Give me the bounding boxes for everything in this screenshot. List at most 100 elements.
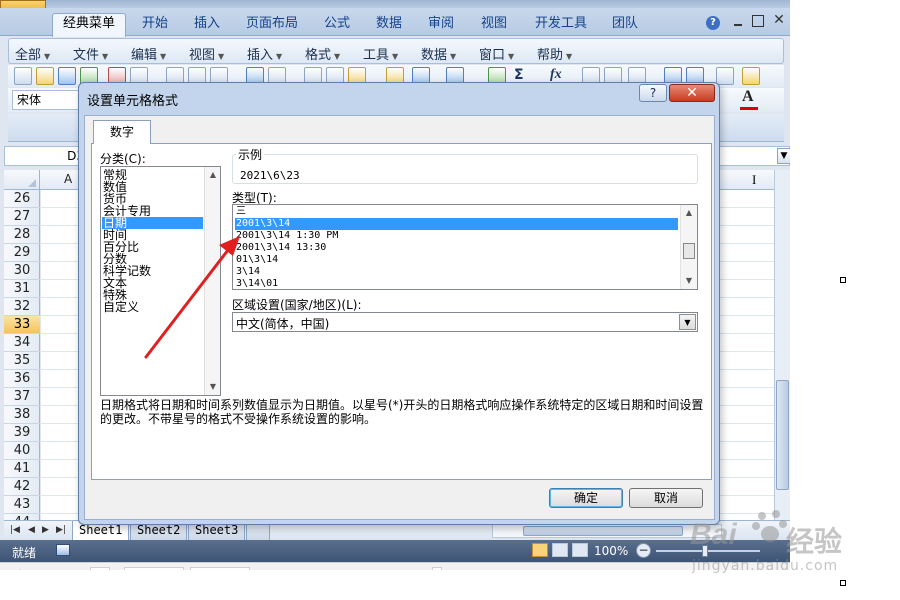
resize-handle [840, 277, 846, 283]
ribbon-minimize-icon[interactable] [732, 16, 744, 28]
vertical-scrollbar[interactable] [774, 170, 790, 520]
tab-number[interactable]: 数字 [93, 120, 151, 144]
last-sheet-icon[interactable]: ▶| [56, 525, 66, 535]
row-header[interactable]: 31 [4, 280, 40, 298]
vertical-scroll-thumb[interactable] [776, 380, 789, 490]
page-layout-view-icon[interactable] [552, 543, 568, 557]
title-bar [0, 0, 790, 8]
zoom-level[interactable]: 100% [594, 544, 628, 558]
type-list[interactable]: 三 2001\3\14 2001\3\14 1:30 PM 2001\3\14 13:… [232, 204, 698, 290]
normal-view-icon[interactable] [532, 543, 548, 557]
row-header[interactable]: 32 [4, 298, 40, 316]
scroll-down-icon[interactable]: ▼ [681, 273, 697, 289]
tab-data[interactable]: 数据 [376, 14, 402, 36]
dialog-close-button[interactable]: ✕ [669, 84, 715, 102]
fill-color-icon[interactable] [742, 67, 760, 85]
type-item[interactable]: 2001\3\14 13:30 [235, 242, 678, 254]
row-header[interactable]: 29 [4, 244, 40, 262]
tab-classic-menu[interactable]: 经典菜单 [52, 13, 127, 37]
expand-formula-bar-icon[interactable]: ▼ [777, 148, 790, 164]
row-header[interactable]: 36 [4, 370, 40, 388]
type-item[interactable]: 3\14\01 [235, 278, 678, 289]
dialog-title: 设置单元格格式 [87, 94, 179, 109]
scroll-down-icon[interactable]: ▼ [205, 379, 221, 395]
tab-insert[interactable]: 插入 [194, 14, 220, 36]
menu-insert[interactable]: 插入 ▼ [247, 44, 282, 63]
save-icon[interactable] [58, 67, 76, 85]
borders-icon[interactable] [716, 67, 734, 85]
column-header-a[interactable]: A [64, 172, 72, 186]
row-header[interactable]: 40 [4, 442, 40, 460]
help-icon[interactable]: ? [706, 16, 720, 30]
category-label: 分类(C): [100, 152, 146, 166]
zoom-out-icon[interactable]: − [636, 543, 651, 558]
category-item[interactable]: 自定义 [102, 301, 203, 313]
row-header[interactable]: 41 [4, 460, 40, 478]
type-scrollbar[interactable]: ▲ ▼ [680, 205, 697, 289]
row-header[interactable]: 27 [4, 208, 40, 226]
dialog-help-button[interactable]: ? [639, 84, 667, 102]
horizontal-scrollbar[interactable] [492, 524, 722, 538]
tab-page-layout[interactable]: 页面布局 [246, 14, 298, 36]
row-header[interactable]: 43 [4, 496, 40, 514]
open-icon[interactable] [36, 67, 54, 85]
page-break-view-icon[interactable] [572, 543, 588, 557]
chevron-down-icon: ▼ [450, 52, 457, 61]
next-sheet-icon[interactable]: ▶ [42, 525, 49, 535]
type-scroll-thumb[interactable] [683, 243, 695, 259]
first-sheet-icon[interactable]: |◀ [10, 525, 20, 535]
scroll-up-icon[interactable]: ▲ [681, 205, 697, 221]
font-color-button[interactable]: A [736, 88, 766, 112]
macro-record-icon[interactable] [56, 544, 70, 556]
row-header[interactable]: 30 [4, 262, 40, 280]
tab-formulas[interactable]: 公式 [324, 14, 350, 36]
row-header[interactable]: 33 [4, 316, 40, 334]
row-header[interactable]: 28 [4, 226, 40, 244]
row-header[interactable]: 37 [4, 388, 40, 406]
row-header[interactable]: 34 [4, 334, 40, 352]
menu-view-label: 视图 [189, 48, 216, 63]
row-header[interactable]: 26 [4, 190, 40, 208]
tab-view[interactable]: 视图 [481, 14, 507, 36]
type-item[interactable]: 3\14 [235, 266, 678, 278]
font-name-input[interactable]: 宋体 [12, 90, 88, 110]
font-color-icon: A [742, 88, 754, 105]
category-list[interactable]: 常规 数值 货币 会计专用 日期 时间 百分比 分数 科学记数 文本 特殊 自定义 ▲ ▼ [100, 166, 221, 396]
type-item[interactable]: 2001\3\14 1:30 PM [235, 230, 678, 242]
row-header[interactable]: 42 [4, 478, 40, 496]
row-header[interactable]: 39 [4, 424, 40, 442]
menu-file[interactable]: 文件 ▼ [73, 44, 108, 63]
tab-team[interactable]: 团队 [612, 14, 638, 36]
row-header[interactable]: 35 [4, 352, 40, 370]
menu-tools[interactable]: 工具 ▼ [363, 44, 398, 63]
menu-data[interactable]: 数据 ▼ [421, 44, 456, 63]
menu-format[interactable]: 格式 ▼ [305, 44, 340, 63]
tab-review[interactable]: 审阅 [428, 14, 454, 36]
autosum-icon[interactable]: Σ [514, 67, 524, 83]
tab-developer[interactable]: 开发工具 [535, 14, 587, 36]
dropdown-arrow-icon[interactable]: ▼ [679, 314, 696, 330]
menu-view[interactable]: 视图 ▼ [189, 44, 224, 63]
ok-button[interactable]: 确定 [549, 488, 623, 508]
new-icon[interactable] [14, 67, 32, 85]
menu-all[interactable]: 全部 ▼ [15, 44, 50, 63]
locale-select[interactable]: 中文(简体，中国) ▼ [232, 312, 698, 332]
ribbon-close-icon[interactable]: ✕ [772, 13, 786, 27]
menu-edit[interactable]: 编辑 ▼ [131, 44, 166, 63]
category-scrollbar[interactable]: ▲ ▼ [204, 167, 220, 395]
row-header[interactable]: 38 [4, 406, 40, 424]
chevron-down-icon: ▼ [102, 52, 109, 61]
paw-logo-icon [752, 510, 787, 542]
prev-sheet-icon[interactable]: ◀ [28, 525, 35, 535]
type-item[interactable]: 2001\3\14 [235, 218, 678, 230]
type-item[interactable]: 01\3\14 [235, 254, 678, 266]
ribbon-restore-icon[interactable] [752, 15, 764, 27]
menu-help[interactable]: 帮助 ▼ [537, 44, 572, 63]
type-item[interactable]: 三 [235, 206, 678, 218]
scroll-up-icon[interactable]: ▲ [205, 167, 221, 183]
insert-function-icon[interactable]: fx [550, 67, 562, 83]
tab-home[interactable]: 开始 [142, 14, 168, 36]
menu-window[interactable]: 窗口 ▼ [479, 44, 514, 63]
horizontal-scroll-thumb[interactable] [523, 526, 683, 536]
select-all-corner[interactable] [4, 170, 40, 190]
